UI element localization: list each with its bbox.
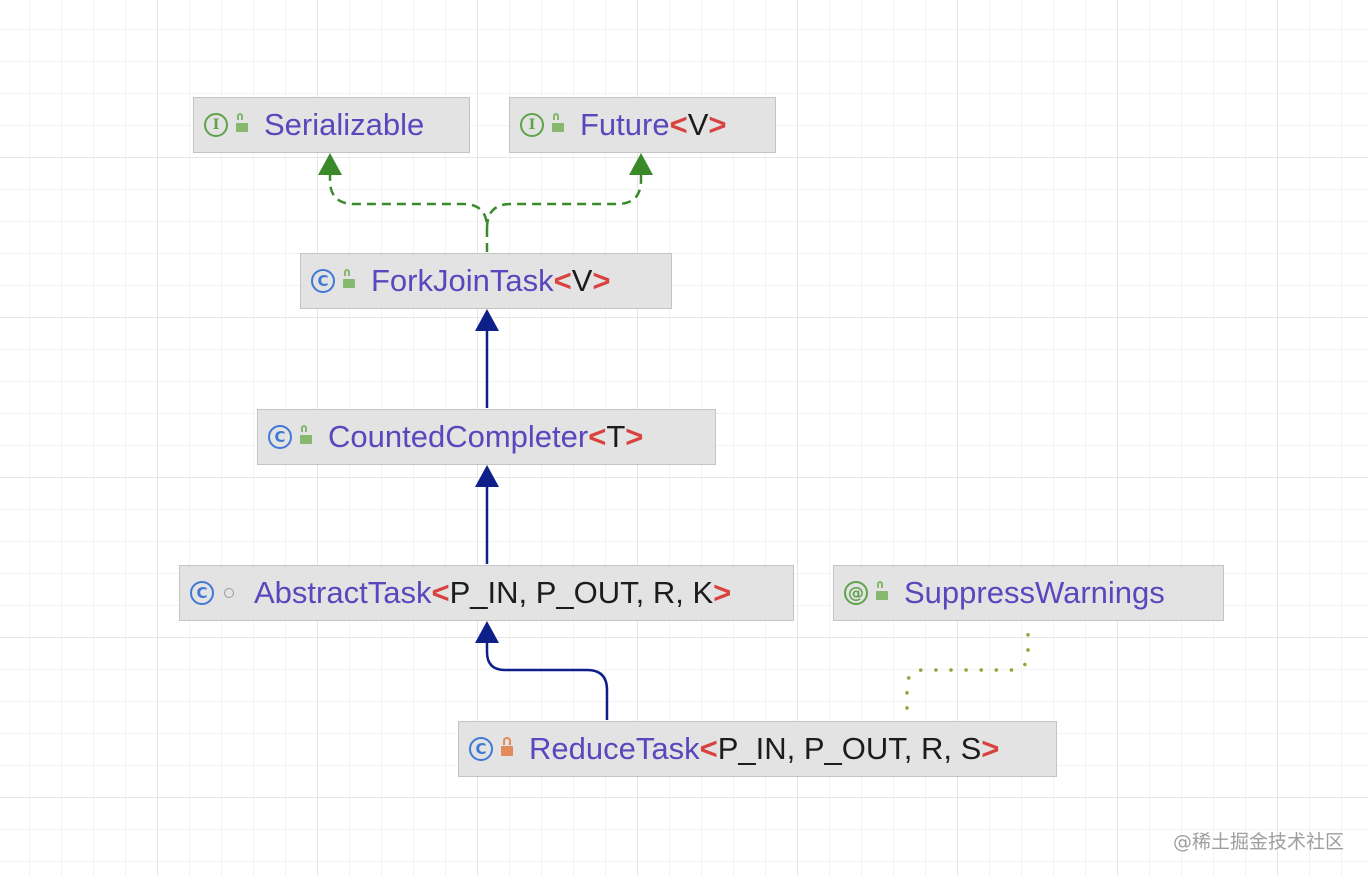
arrowhead-serializable [318, 153, 342, 175]
generic-open: < [553, 263, 572, 298]
public-lock-icon [876, 580, 888, 600]
interface-icon: I [204, 113, 228, 137]
interface-icon: I [520, 113, 544, 137]
generic-open: < [588, 419, 607, 454]
arrowhead-abstracttask [475, 621, 499, 643]
type-name: Future [580, 107, 670, 142]
watermark: @稀土掘金技术社区 [1172, 831, 1344, 853]
type-params: P_IN, P_OUT, R, S [717, 731, 982, 766]
arrowhead-future [629, 153, 653, 175]
type-name: ReduceTask [529, 731, 700, 766]
annotation-icon: @ [844, 581, 868, 605]
edge-forkjointask-implements-future [485, 172, 643, 229]
type-name: ForkJoinTask [371, 263, 554, 298]
generic-open: < [669, 107, 688, 142]
type-name: AbstractTask [254, 575, 432, 610]
class-icon: C [268, 425, 292, 449]
generic-close: > [713, 575, 732, 610]
class-icon: C [311, 269, 335, 293]
node-abstracttask[interactable]: C AbstractTask < P_IN, P_OUT, R, K > [179, 565, 794, 621]
type-params: V [571, 263, 593, 298]
type-params: V [687, 107, 709, 142]
class-icon: C [469, 737, 493, 761]
generic-open: < [431, 575, 450, 610]
public-lock-icon [343, 268, 355, 288]
node-forkjointask[interactable]: C ForkJoinTask < V > [300, 253, 672, 309]
edge-reducetask-extends-abstracttask [485, 640, 609, 720]
generic-close: > [592, 263, 611, 298]
type-name: Serializable [264, 107, 425, 142]
node-suppresswarnings[interactable]: @ SuppressWarnings [833, 565, 1224, 621]
private-lock-icon [501, 736, 513, 756]
generic-close: > [625, 419, 644, 454]
edge-reducetask-annotated-suppresswarnings [905, 620, 1030, 710]
arrowhead-countedcompleter [475, 465, 499, 487]
type-params: P_IN, P_OUT, R, K [449, 575, 714, 610]
node-countedcompleter[interactable]: C CountedCompleter < T > [257, 409, 716, 465]
node-reducetask[interactable]: C ReduceTask < P_IN, P_OUT, R, S > [458, 721, 1057, 777]
type-name: SuppressWarnings [904, 575, 1165, 610]
arrowhead-forkjointask [475, 309, 499, 331]
generic-close: > [708, 107, 727, 142]
class-icon: C [190, 581, 214, 605]
public-lock-icon [300, 424, 312, 444]
package-private-dot-icon [224, 588, 234, 598]
node-serializable[interactable]: I Serializable [193, 97, 470, 153]
edge-forkjointask-implements-serializable [328, 172, 489, 252]
generic-open: < [699, 731, 718, 766]
public-lock-icon [552, 112, 564, 132]
public-lock-icon [236, 112, 248, 132]
type-params: T [606, 419, 626, 454]
node-future[interactable]: I Future < V > [509, 97, 776, 153]
type-name: CountedCompleter [328, 419, 589, 454]
generic-close: > [981, 731, 1000, 766]
